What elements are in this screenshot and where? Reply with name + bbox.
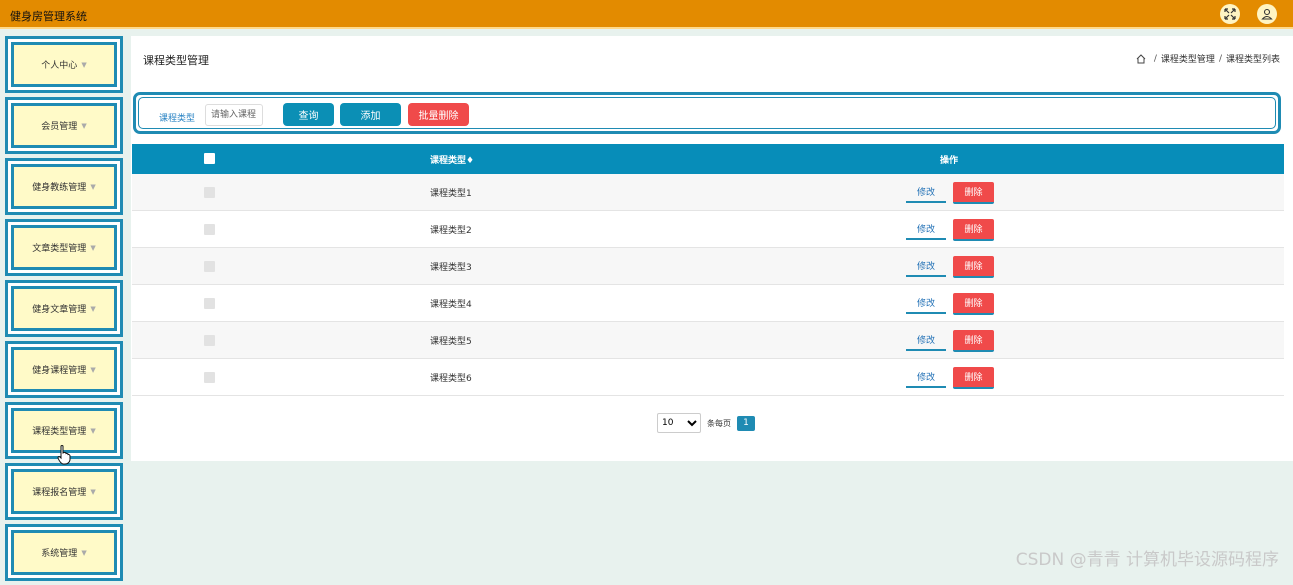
- column-header-label: 课程类型: [430, 156, 467, 166]
- breadcrumb: / 课程类型管理 / 课程类型列表: [1136, 52, 1280, 65]
- sidebar-item-inner: 文章类型管理 ▼: [11, 225, 117, 270]
- course-type-name: 课程类型2: [430, 226, 472, 236]
- main-content: 课程类型管理 / 课程类型管理 / 课程类型列表 课程类型 查询 添加 批量删除…: [131, 36, 1293, 461]
- select-all-checkbox[interactable]: [204, 153, 215, 164]
- sidebar-item-label: 健身课程管理: [32, 366, 87, 376]
- sidebar-item-coach-management[interactable]: 健身教练管理 ▼: [5, 158, 123, 215]
- table-row: 课程类型6 修改 删除: [132, 359, 1284, 396]
- delete-button[interactable]: 删除: [953, 367, 994, 389]
- sidebar-item-personal-center[interactable]: 个人中心 ▼: [5, 36, 123, 93]
- course-type-name: 课程类型6: [430, 374, 472, 384]
- top-bar: 健身房管理系统: [0, 0, 1293, 29]
- sidebar-item-label: 健身教练管理: [32, 183, 87, 193]
- expand-icon[interactable]: [1220, 4, 1240, 24]
- row-checkbox[interactable]: [204, 261, 215, 272]
- caret-down-icon: ▼: [81, 60, 87, 69]
- sidebar-item-label: 课程类型管理: [32, 427, 87, 437]
- page-title: 课程类型管理: [143, 54, 209, 67]
- sidebar-item-member-management[interactable]: 会员管理 ▼: [5, 97, 123, 154]
- sidebar-item-inner: 健身文章管理 ▼: [11, 286, 117, 331]
- delete-button[interactable]: 删除: [953, 330, 994, 352]
- course-type-name: 课程类型5: [430, 337, 472, 347]
- edit-button[interactable]: 修改: [906, 295, 946, 314]
- table-row: 课程类型5 修改 删除: [132, 322, 1284, 359]
- edit-button[interactable]: 修改: [906, 369, 946, 388]
- breadcrumb-separator: /: [1218, 53, 1222, 64]
- course-type-name: 课程类型1: [430, 189, 472, 199]
- sidebar-item-inner: 健身教练管理 ▼: [11, 164, 117, 209]
- row-checkbox[interactable]: [204, 372, 215, 383]
- sidebar-item-label: 文章类型管理: [32, 244, 87, 254]
- breadcrumb-separator: /: [1153, 53, 1157, 64]
- sidebar-item-course-management[interactable]: 健身课程管理 ▼: [5, 341, 123, 398]
- breadcrumb-item: 课程类型列表: [1225, 55, 1280, 65]
- search-input[interactable]: [205, 104, 263, 126]
- sidebar-item-inner: 会员管理 ▼: [11, 103, 117, 148]
- sidebar-item-label: 课程报名管理: [32, 488, 87, 498]
- row-checkbox[interactable]: [204, 335, 215, 346]
- per-page-label: 条每页: [707, 418, 731, 428]
- sidebar-item-system-management[interactable]: 系统管理 ▼: [5, 524, 123, 581]
- edit-button[interactable]: 修改: [906, 221, 946, 240]
- caret-down-icon: ▼: [90, 304, 96, 313]
- delete-button[interactable]: 删除: [953, 219, 994, 241]
- caret-down-icon: ▼: [90, 487, 96, 496]
- sidebar-item-label: 健身文章管理: [32, 305, 87, 315]
- page-number-current[interactable]: 1: [737, 415, 755, 431]
- sidebar-item-inner: 系统管理 ▼: [11, 530, 117, 575]
- sidebar-item-label: 会员管理: [41, 122, 78, 132]
- hand-cursor-icon: [57, 445, 71, 465]
- table-header: 课程类型♦ 操作: [132, 144, 1284, 174]
- table-row: 课程类型3 修改 删除: [132, 248, 1284, 285]
- table-row: 课程类型4 修改 删除: [132, 285, 1284, 322]
- user-icon-glyph: [1261, 8, 1273, 20]
- delete-button[interactable]: 删除: [953, 293, 994, 315]
- watermark: CSDN @青青 计算机毕设源码程序: [1015, 550, 1279, 570]
- column-header-operation: 操作: [940, 156, 959, 166]
- breadcrumb-item[interactable]: 课程类型管理: [1161, 52, 1215, 65]
- data-table: 课程类型♦ 操作 课程类型1 修改 删除 课程类型2 修改 删除 课程类型3 修…: [132, 144, 1284, 396]
- app-title: 健身房管理系统: [10, 10, 87, 23]
- search-panel-inner: 课程类型 查询 添加 批量删除: [138, 97, 1276, 129]
- column-header-course-type[interactable]: 课程类型♦: [430, 153, 474, 166]
- sidebar-item-article-type-management[interactable]: 文章类型管理 ▼: [5, 219, 123, 276]
- sort-icon: ♦: [466, 156, 475, 166]
- sidebar-item-enrollment-management[interactable]: 课程报名管理 ▼: [5, 463, 123, 520]
- caret-down-icon: ▼: [90, 182, 96, 191]
- sidebar-item-inner: 个人中心 ▼: [11, 42, 117, 87]
- course-type-name: 课程类型4: [430, 300, 472, 310]
- edit-button[interactable]: 修改: [906, 184, 946, 203]
- delete-button[interactable]: 删除: [953, 182, 994, 204]
- page-size-select[interactable]: 10: [657, 413, 701, 433]
- caret-down-icon: ▼: [81, 121, 87, 130]
- sidebar-item-label: 系统管理: [41, 549, 78, 559]
- search-label: 课程类型: [159, 114, 196, 124]
- edit-button[interactable]: 修改: [906, 258, 946, 277]
- row-checkbox[interactable]: [204, 224, 215, 235]
- caret-down-icon: ▼: [90, 426, 96, 435]
- home-icon[interactable]: [1136, 53, 1146, 64]
- batch-delete-button[interactable]: 批量删除: [408, 103, 469, 126]
- query-button[interactable]: 查询: [283, 103, 334, 126]
- table-row: 课程类型2 修改 删除: [132, 211, 1284, 248]
- row-checkbox[interactable]: [204, 187, 215, 198]
- delete-button[interactable]: 删除: [953, 256, 994, 278]
- user-icon[interactable]: [1257, 4, 1277, 24]
- sidebar-item-label: 个人中心: [41, 61, 78, 71]
- row-checkbox[interactable]: [204, 298, 215, 309]
- course-type-name: 课程类型3: [430, 263, 472, 273]
- add-button[interactable]: 添加: [340, 103, 401, 126]
- edit-button[interactable]: 修改: [906, 332, 946, 351]
- caret-down-icon: ▼: [81, 548, 87, 557]
- caret-down-icon: ▼: [90, 365, 96, 374]
- sidebar-item-inner: 健身课程管理 ▼: [11, 347, 117, 392]
- caret-down-icon: ▼: [90, 243, 96, 252]
- sidebar-item-article-management[interactable]: 健身文章管理 ▼: [5, 280, 123, 337]
- sidebar: 个人中心 ▼ 会员管理 ▼ 健身教练管理 ▼ 文章类型管理 ▼ 健身文章管理 ▼ 健身课程…: [5, 36, 123, 585]
- expand-icon-glyph: [1224, 8, 1236, 20]
- sidebar-item-inner: 课程报名管理 ▼: [11, 469, 117, 514]
- table-row: 课程类型1 修改 删除: [132, 174, 1284, 211]
- pagination: 10 条每页 1: [657, 413, 755, 433]
- search-panel: 课程类型 查询 添加 批量删除: [133, 92, 1281, 134]
